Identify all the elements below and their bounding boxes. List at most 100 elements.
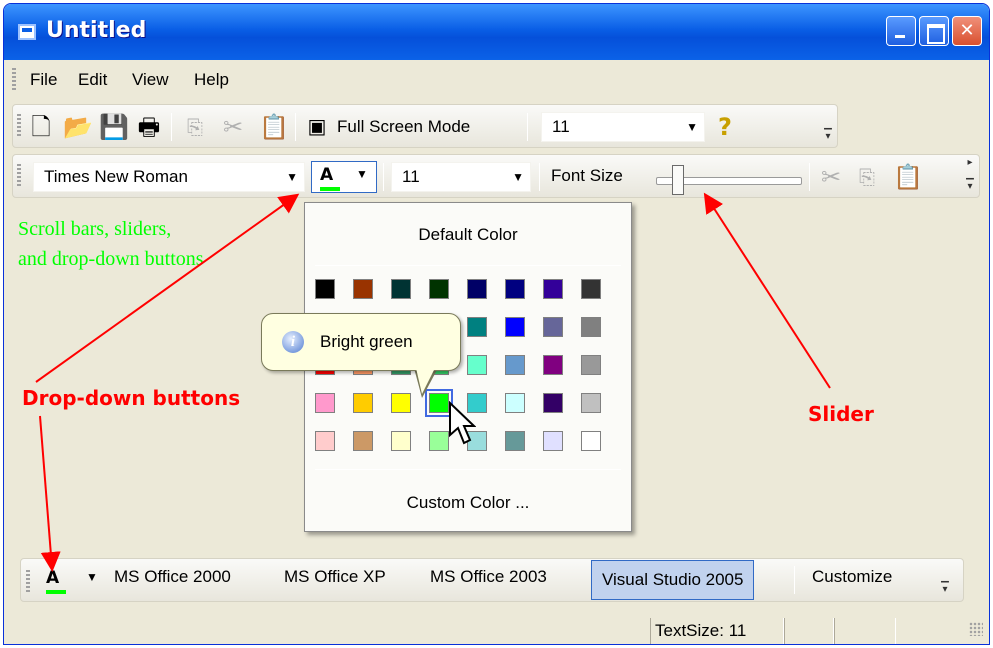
full-screen-label: Full Screen Mode [337,117,471,136]
font-color-letter: A [320,165,334,185]
color-swatch[interactable] [581,317,601,337]
cut-icon[interactable]: ✂ [219,113,247,141]
zoom-value: 11 [552,117,570,136]
color-swatch[interactable] [581,393,601,413]
color-swatch[interactable] [543,279,563,299]
color-swatch[interactable] [543,317,563,337]
bottom-font-color-dropdown-button[interactable]: A ▼ [40,564,106,596]
new-file-icon[interactable]: 🗋 [27,113,55,141]
color-swatch[interactable] [467,317,487,337]
copy-icon[interactable]: ⎘ [181,113,209,141]
window-title: Untitled [46,18,147,43]
color-swatch[interactable] [505,393,525,413]
full-screen-button[interactable]: ▣ Full Screen Mode [303,112,521,142]
color-swatch[interactable] [353,279,373,299]
customize-button[interactable]: Customize [812,567,892,587]
menu-edit[interactable]: Edit [78,70,107,90]
toolbar-separator [539,163,540,191]
theme-office-2003[interactable]: MS Office 2003 [430,567,547,587]
app-icon [18,24,36,40]
close-icon: ✕ [959,20,975,41]
theme-office-2000[interactable]: MS Office 2000 [114,567,231,587]
color-swatch[interactable] [429,279,449,299]
font-name-value: Times New Roman [44,167,188,186]
toolbar-grip[interactable] [26,570,30,594]
custom-color-option[interactable]: Custom Color ... [305,493,631,513]
standard-toolbar: 🗋 📂 💾 🖶 ⎘ ✂ 📋 ▣ Full Screen Mode 11 ▼ ? … [12,104,838,148]
chevron-down-icon[interactable]: ▼ [286,163,298,191]
color-swatch[interactable] [505,355,525,375]
tooltip-tail-inner [416,368,435,394]
toolbar-separator [383,163,384,191]
maximize-icon [920,17,948,45]
paste-icon[interactable]: 📋 [893,163,923,191]
resize-grip-icon[interactable] [969,622,983,636]
zoom-combo[interactable]: 11 ▼ [541,112,705,142]
toolbar-separator [295,113,296,141]
color-swatch[interactable] [429,431,449,451]
toolbar-separator [809,163,810,191]
color-swatch[interactable] [543,431,563,451]
color-swatch[interactable] [353,431,373,451]
print-icon[interactable]: 🖶 [135,113,163,141]
copy-icon[interactable]: ⎘ [853,163,881,191]
menu-help[interactable]: Help [194,70,229,90]
chevron-down-icon[interactable]: ▼ [86,570,98,584]
toolbar-grip[interactable] [17,114,21,138]
maximize-button[interactable] [919,16,949,46]
open-folder-icon[interactable]: 📂 [63,113,93,141]
help-icon[interactable]: ? [711,113,739,141]
cut-icon[interactable]: ✂ [817,163,845,191]
toolbar-overflow-icon[interactable]: ▁ ▾ [938,572,952,612]
font-color-dropdown-button[interactable]: A ▼ [311,161,377,193]
save-icon[interactable]: 💾 [99,113,129,141]
menu-file[interactable]: File [30,70,57,90]
color-swatch[interactable] [543,355,563,375]
color-swatch[interactable] [315,431,335,451]
color-swatch[interactable] [353,393,373,413]
toolbar-overflow-icon[interactable]: ▸ ▁ ▾ [963,157,977,197]
color-swatch[interactable] [543,393,563,413]
status-text-size: TextSize: 11 [650,618,784,644]
color-swatch[interactable] [391,431,411,451]
color-swatch[interactable] [581,279,601,299]
toolbar-overflow-icon[interactable]: ▁ ▾ [821,119,835,159]
font-size-combo[interactable]: 11 ▼ [391,162,531,192]
color-swatch[interactable] [505,279,525,299]
green-note: Scroll bars, sliders, and drop-down butt… [18,214,204,274]
title-bar[interactable]: Untitled ✕ [4,4,989,60]
theme-office-xp[interactable]: MS Office XP [284,567,386,587]
green-note-line: Scroll bars, sliders, [18,218,172,240]
minimize-button[interactable] [886,16,916,46]
color-swatch[interactable] [505,431,525,451]
chevron-down-icon[interactable]: ▼ [686,113,698,141]
color-swatch[interactable] [391,279,411,299]
color-swatch[interactable] [505,317,525,337]
font-size-slider-thumb[interactable] [672,165,684,195]
toolbar-grip[interactable] [17,164,21,188]
color-swatch[interactable] [581,431,601,451]
mouse-pointer-icon [449,401,476,445]
font-color-letter: A [46,568,60,588]
chevron-down-icon[interactable]: ▼ [356,167,368,181]
dropdown-callout: Drop-down buttons [22,386,241,410]
color-swatch[interactable] [391,393,411,413]
font-size-label: Font Size [551,166,623,185]
color-swatch[interactable] [467,355,487,375]
chevron-down-icon[interactable]: ▼ [512,163,524,191]
font-color-icon: A [46,568,66,594]
menu-grip[interactable] [12,68,16,92]
theme-visual-studio-2005[interactable]: Visual Studio 2005 [591,560,755,600]
color-swatch[interactable] [581,355,601,375]
close-button[interactable]: ✕ [952,16,982,46]
color-swatch[interactable] [315,393,335,413]
color-swatch[interactable] [315,279,335,299]
font-name-combo[interactable]: Times New Roman ▼ [33,162,305,192]
status-pane [784,618,834,644]
default-color-option[interactable]: Default Color [305,225,631,245]
menu-view[interactable]: View [132,70,169,90]
paste-icon[interactable]: 📋 [259,113,289,141]
green-note-line: and drop-down buttons [18,248,204,270]
font-size-value: 11 [402,167,420,186]
color-swatch[interactable] [467,279,487,299]
